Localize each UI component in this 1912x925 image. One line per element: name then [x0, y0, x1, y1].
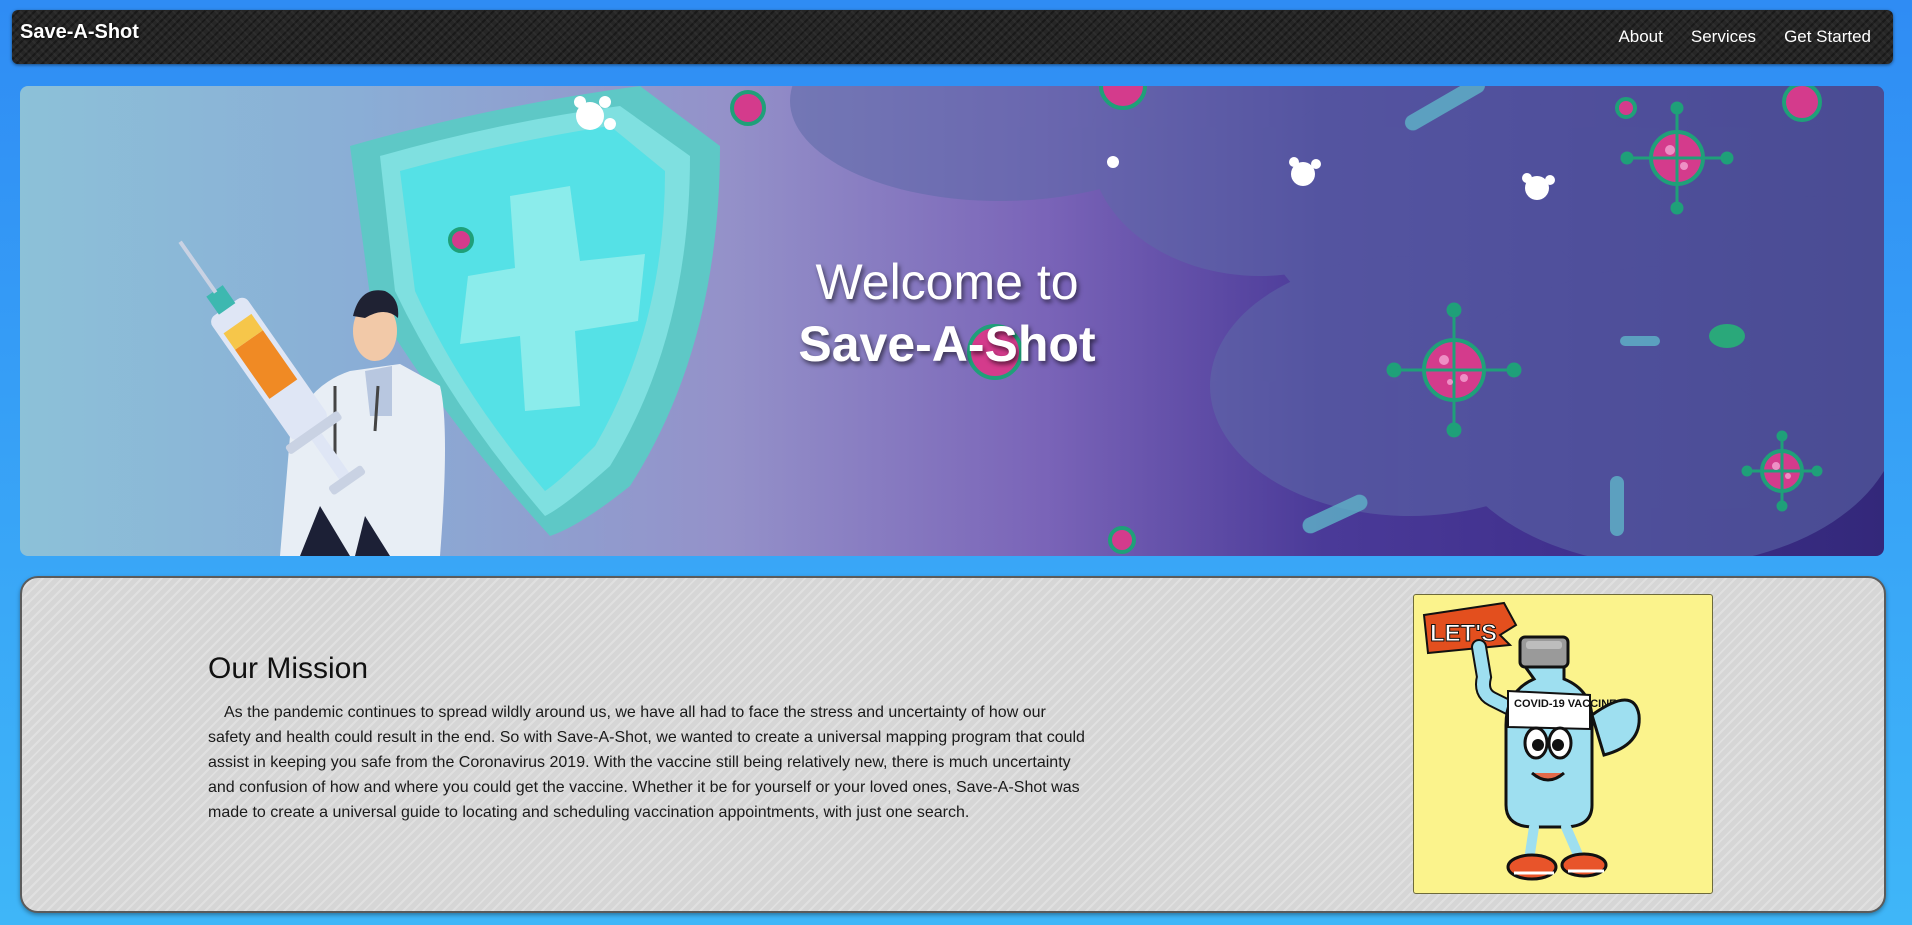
nav-link-services[interactable]: Services	[1691, 27, 1756, 47]
brand-logo[interactable]: Save-A-Shot	[20, 21, 139, 44]
hero-banner: Welcome to Save-A-Shot	[20, 86, 1884, 556]
mission-body: As the pandemic continues to spread wild…	[208, 704, 1085, 821]
sign-text: LET'S	[1430, 620, 1497, 647]
mission-card: Our Mission As the pandemic continues to…	[20, 576, 1886, 913]
hero-welcome-text: Welcome to	[815, 254, 1079, 310]
hero-heading: Welcome to Save-A-Shot	[20, 251, 1884, 375]
vaccine-mascot-illustration: LET'S COVID-19 VACCINE	[1422, 601, 1641, 881]
vaccine-mascot-image: LET'S COVID-19 VACCINE	[1413, 594, 1713, 894]
top-navbar: Save-A-Shot About Services Get Started	[12, 10, 1893, 64]
mission-title: Our Mission	[208, 652, 369, 685]
nav-link-about[interactable]: About	[1618, 27, 1662, 47]
nav-links: About Services Get Started	[1618, 10, 1893, 64]
nav-link-get-started[interactable]: Get Started	[1784, 27, 1871, 47]
hero-brand-text: Save-A-Shot	[798, 316, 1096, 372]
